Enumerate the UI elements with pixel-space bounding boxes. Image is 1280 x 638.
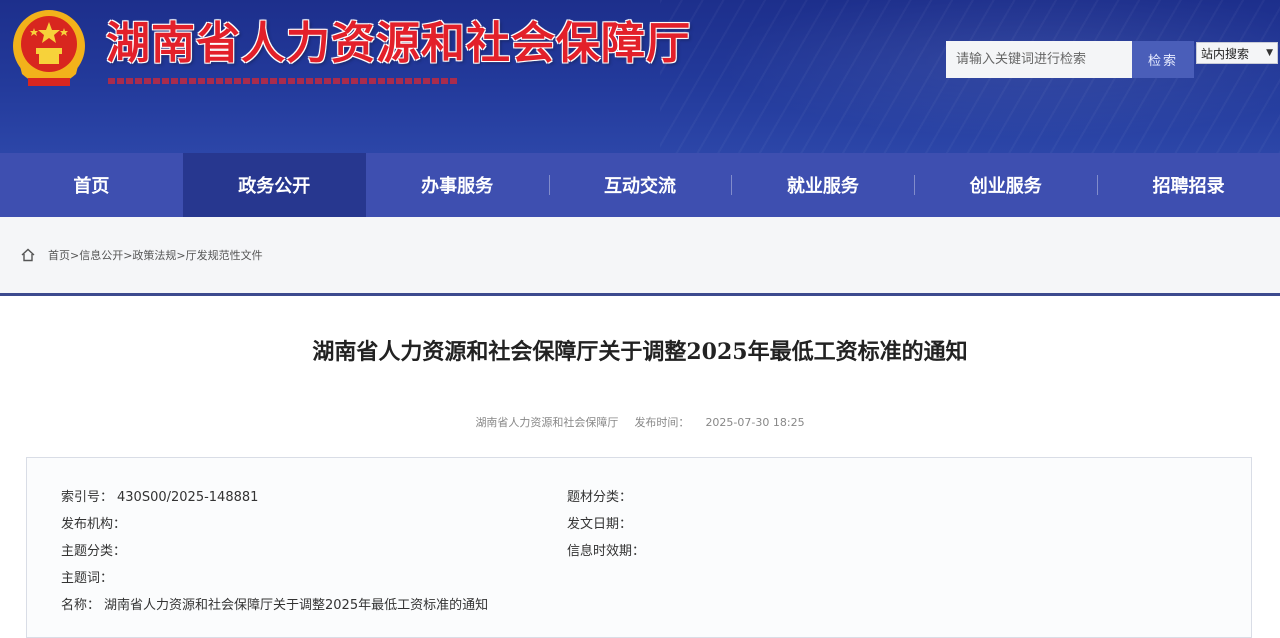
article-title: 湖南省人力资源和社会保障厅关于调整2025年最低工资标准的通知 bbox=[312, 339, 968, 365]
info-subject-row: 主题词： bbox=[61, 567, 117, 586]
info-index-value: 430S00/2025-148881 bbox=[117, 490, 259, 505]
chevron-down-icon: ▼ bbox=[1266, 48, 1273, 58]
info-validity-label: 信息时效期： bbox=[567, 544, 646, 559]
article-meta: 湖南省人力资源和社会保障厅 发布时间： 2025-07-30 18:25 bbox=[0, 414, 1280, 430]
info-issuer-label: 发布机构： bbox=[61, 517, 127, 532]
article: 湖南省人力资源和社会保障厅关于调整2025年最低工资标准的通知 湖南省人力资源和… bbox=[0, 296, 1280, 638]
main-nav: 首页 政务公开 办事服务 互动交流 就业服务 创业服务 招聘招录 bbox=[0, 153, 1280, 217]
info-doc-date-label: 发文日期： bbox=[567, 517, 633, 532]
nav-item-recruitment[interactable]: 招聘招录 bbox=[1097, 153, 1280, 217]
search-scope-select[interactable]: 站内搜索 ▼ bbox=[1196, 42, 1278, 64]
info-subject-label: 主题词： bbox=[61, 571, 114, 586]
info-name-label: 名称： bbox=[61, 598, 101, 613]
article-date: 2025-07-30 18:25 bbox=[705, 416, 805, 429]
home-icon[interactable] bbox=[20, 247, 36, 263]
info-genre-label: 题材分类： bbox=[567, 490, 633, 505]
info-validity-row: 信息时效期： bbox=[567, 540, 649, 559]
article-date-label: 发布时间： bbox=[634, 416, 690, 429]
breadcrumb: 首页>信息公开>政策法规>厅发规范性文件 bbox=[0, 217, 1280, 293]
info-index-row: 索引号： 430S00/2025-148881 bbox=[61, 486, 258, 505]
nav-item-interaction[interactable]: 互动交流 bbox=[548, 153, 732, 217]
info-index-label: 索引号： bbox=[61, 490, 114, 505]
site-header: 湖南省人力资源和社会保障厅 检索 站内搜索 ▼ bbox=[0, 0, 1280, 153]
nav-item-employment[interactable]: 就业服务 bbox=[731, 153, 914, 217]
article-source: 湖南省人力资源和社会保障厅 bbox=[475, 416, 619, 429]
info-doc-date-row: 发文日期： bbox=[567, 513, 636, 532]
info-topic-row: 主题分类： bbox=[61, 540, 130, 559]
document-info-table: 索引号： 430S00/2025-148881 发布机构： 主题分类： 主题词： … bbox=[26, 457, 1252, 638]
info-issuer-row: 发布机构： bbox=[61, 513, 130, 532]
breadcrumb-path[interactable]: 首页>信息公开>政策法规>厅发规范性文件 bbox=[48, 247, 263, 263]
search-input[interactable] bbox=[946, 41, 1132, 78]
site-subtitle-decoration bbox=[108, 78, 458, 84]
info-genre-row: 题材分类： bbox=[567, 486, 636, 505]
info-name-value: 湖南省人力资源和社会保障厅关于调整2025年最低工资标准的通知 bbox=[104, 598, 489, 613]
site-title[interactable]: 湖南省人力资源和社会保障厅 bbox=[106, 14, 691, 74]
search-scope-label: 站内搜索 bbox=[1201, 46, 1250, 61]
info-topic-label: 主题分类： bbox=[61, 544, 127, 559]
nav-item-services[interactable]: 办事服务 bbox=[366, 153, 549, 217]
national-emblem-icon[interactable] bbox=[10, 8, 88, 92]
nav-item-entrepreneurship[interactable]: 创业服务 bbox=[914, 153, 1097, 217]
info-name-row: 名称： 湖南省人力资源和社会保障厅关于调整2025年最低工资标准的通知 bbox=[61, 594, 488, 613]
nav-item-government-affairs[interactable]: 政务公开 bbox=[182, 153, 366, 217]
search-button[interactable]: 检索 bbox=[1132, 41, 1194, 78]
nav-item-home[interactable]: 首页 bbox=[0, 153, 183, 217]
